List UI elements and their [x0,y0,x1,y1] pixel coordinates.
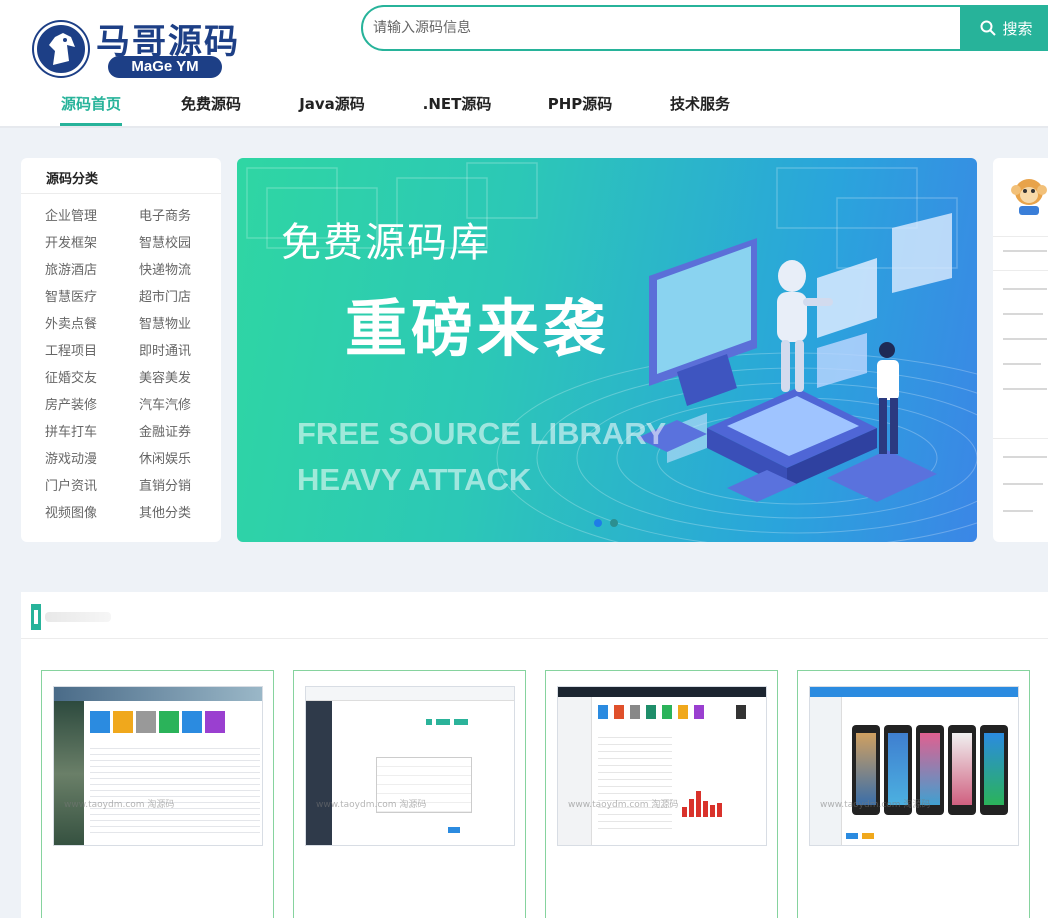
search-button[interactable]: 搜索 [960,5,1048,51]
blurred-text [1003,338,1047,340]
blurred-text [1003,363,1041,365]
category-item[interactable]: 金融证券 [139,421,191,440]
product-card[interactable]: www.taoydm.com 淘源码 [293,670,526,918]
source-code-section: www.taoydm.com 淘源码 www.taoydm.com 淘源码 ww… [21,592,1048,918]
category-item[interactable]: 快递物流 [139,259,191,278]
divider [993,270,1048,271]
blurred-text [1003,313,1043,315]
nav-item-dotnet[interactable]: .NET源码 [422,88,492,126]
hero-banner[interactable]: 免费源码库 重磅来袭 FREE SOURCE LIBRARY HEAVY ATT… [237,158,977,542]
category-item[interactable]: 电子商务 [139,205,191,224]
search-input[interactable] [373,17,953,39]
section-title-blurred [45,612,111,622]
carousel-dot-active[interactable] [594,519,602,527]
product-card[interactable]: www.taoydm.com 淘源码 [41,670,274,918]
banner-title: 重磅来袭 [345,292,610,365]
blurred-text [1003,483,1043,485]
logo-horse-icon[interactable] [34,22,88,76]
nav-item-php[interactable]: PHP源码 [547,88,613,126]
carousel-dot[interactable] [610,519,618,527]
banner-headline: 免费源码库 [281,220,491,266]
category-item[interactable]: 智慧校园 [139,232,191,251]
nav-item-tech-service[interactable]: 技术服务 [669,88,731,126]
category-item[interactable]: 门户资讯 [45,475,97,494]
category-panel: 源码分类 企业管理 电子商务 开发框架 智慧校园 旅游酒店 快递物流 智慧医疗 … [21,158,221,542]
category-item[interactable]: 其他分类 [139,502,191,521]
watermark: www.taoydm.com 淘源码 [820,800,931,810]
banner-english-line1: FREE SOURCE LIBRARY [297,416,667,451]
nav-item-home[interactable]: 源码首页 [60,88,122,126]
category-item[interactable]: 智慧医疗 [45,286,97,305]
watermark: www.taoydm.com 淘源码 [316,800,427,810]
banner-english-line2: HEAVY ATTACK [297,462,532,497]
category-item[interactable]: 外卖点餐 [45,313,97,332]
divider [993,236,1048,237]
divider [21,193,221,194]
blurred-text [1003,456,1047,458]
product-thumbnail: www.taoydm.com 淘源码 [557,686,767,846]
product-thumbnail: www.taoydm.com 淘源码 [305,686,515,846]
blurred-text [1003,388,1047,390]
site-header: 马哥源码 MaGe YM 搜索 源码首页 免费源码 Java源码 .NET源码 … [0,0,1048,128]
category-item[interactable]: 视频图像 [45,502,97,521]
product-thumbnail: www.taoydm.com 淘源码 [809,686,1019,846]
category-item[interactable]: 美容美发 [139,367,191,386]
section-title-marker [31,604,41,630]
watermark: www.taoydm.com 淘源码 [568,800,679,810]
watermark: www.taoydm.com 淘源码 [64,800,175,810]
search-box: 搜索 [361,5,1048,51]
search-icon [980,20,997,36]
nav-item-free[interactable]: 免费源码 [180,88,242,126]
monkey-avatar-icon[interactable] [1009,172,1048,216]
user-panel [993,158,1048,542]
blurred-text [1003,288,1047,290]
product-card[interactable]: www.taoydm.com 淘源码 [545,670,778,918]
category-item[interactable]: 休闲娱乐 [139,448,191,467]
category-item[interactable]: 超市门店 [139,286,191,305]
category-item[interactable]: 直销分销 [139,475,191,494]
product-card[interactable]: www.taoydm.com 淘源码 [797,670,1030,918]
nav-item-java[interactable]: Java源码 [298,88,366,126]
category-item[interactable]: 汽车汽修 [139,394,191,413]
search-button-label: 搜索 [1002,19,1033,38]
category-item[interactable]: 开发框架 [45,232,97,251]
category-item[interactable]: 工程项目 [45,340,97,359]
logo-subtitle: MaGe YM [108,56,222,78]
product-thumbnail: www.taoydm.com 淘源码 [53,686,263,846]
blurred-text [1003,510,1033,512]
category-item[interactable]: 旅游酒店 [45,259,97,278]
category-item[interactable]: 房产装修 [45,394,97,413]
category-item[interactable]: 企业管理 [45,205,97,224]
category-item[interactable]: 征婚交友 [45,367,97,386]
divider [21,638,1048,639]
category-title: 源码分类 [46,172,99,187]
blurred-text [1003,250,1047,252]
category-item[interactable]: 游戏动漫 [45,448,97,467]
category-item[interactable]: 智慧物业 [139,313,191,332]
divider [993,438,1048,439]
category-item[interactable]: 即时通讯 [139,340,191,359]
category-item[interactable]: 拼车打车 [45,421,97,440]
